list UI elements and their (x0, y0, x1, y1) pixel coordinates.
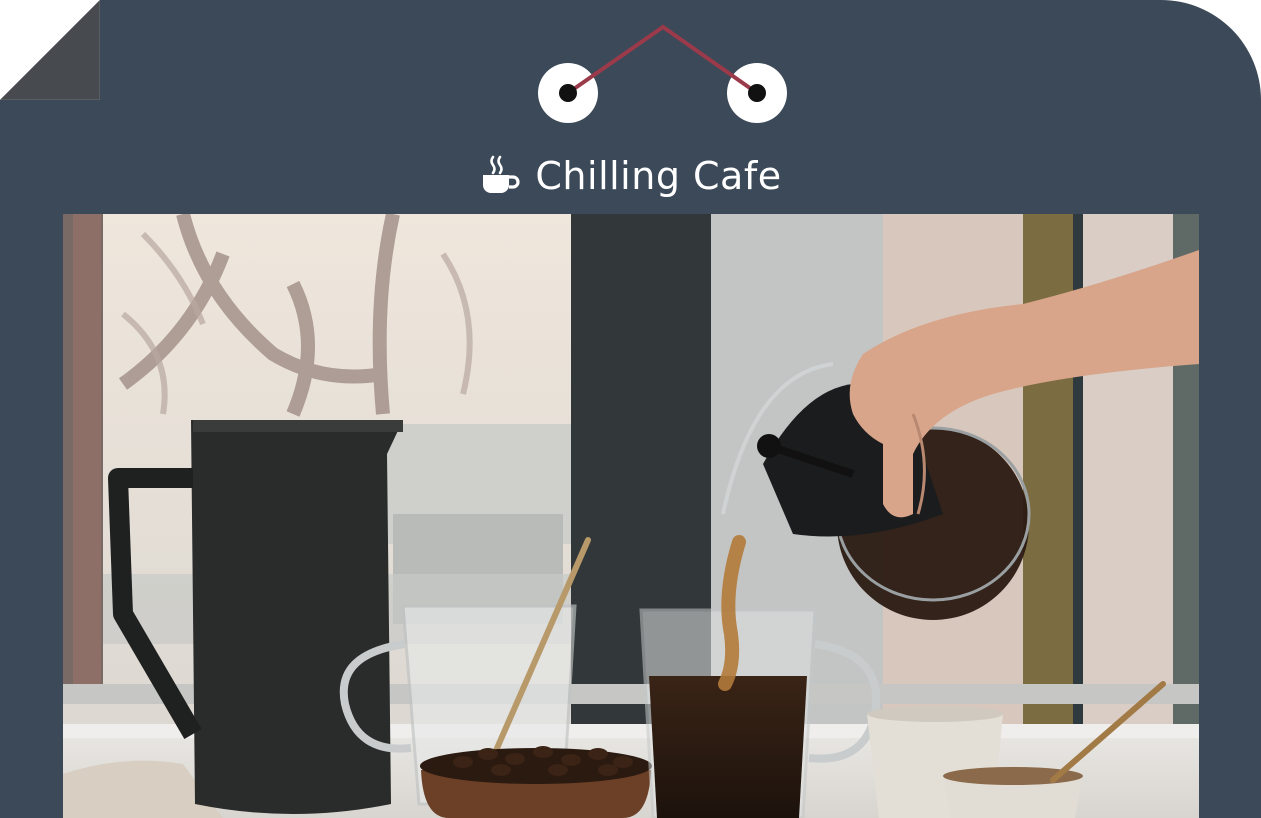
right-pupil (748, 84, 766, 102)
left-pupil (559, 84, 577, 102)
hero-image (63, 214, 1199, 818)
eyebrow-line (566, 24, 759, 95)
cafe-card: Chilling Cafe (0, 0, 1261, 818)
brand-header: Chilling Cafe (0, 150, 1261, 202)
coffee-cup-icon (479, 153, 523, 197)
page-title: Chilling Cafe (535, 154, 782, 198)
folded-corner (0, 0, 100, 100)
eyes-logo (530, 20, 800, 130)
